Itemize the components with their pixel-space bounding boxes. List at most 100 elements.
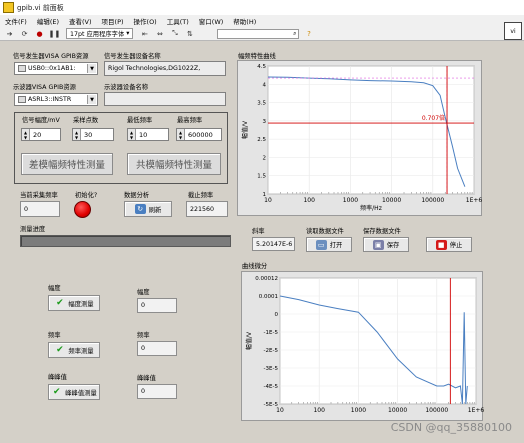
amplitude-output-value: 0: [141, 302, 146, 309]
amplitude-measure-button[interactable]: ✔ 幅度测量: [48, 295, 100, 311]
y-tick-label: -5E-5: [264, 402, 279, 408]
front-panel: 信号发生器VISA GPIB资源 USB0::0x1AB1: ▼ 信号发生器设备…: [0, 42, 524, 443]
cursor-label: 0.707倍: [422, 114, 445, 122]
freq-output-value: 0: [141, 345, 146, 352]
vi-connector-icon[interactable]: vi: [504, 22, 522, 40]
freq-measure-button[interactable]: ✔ 频率测量: [48, 342, 100, 358]
x-tick-label: 10: [276, 407, 284, 414]
freq-response-svg: 10 100 1000 10000 100000 1E+6 1 1.5 2 2.5 3 3.5 4 4.5…: [241, 64, 483, 212]
save-button[interactable]: ▣ 保存: [363, 237, 409, 252]
x-tick-label: 1E+6: [468, 407, 484, 414]
amplitude-label: 信号幅度/mV: [22, 117, 60, 124]
folder-open-icon: ▭: [315, 239, 327, 250]
x-tick-label: 1000: [343, 197, 358, 204]
resize-icon[interactable]: ⤡: [169, 29, 180, 39]
visa-icon: [18, 65, 26, 72]
min-freq-label: 最低频率: [127, 117, 153, 124]
y-tick-label: 2: [263, 155, 267, 161]
measure-progress-bar: [20, 235, 231, 247]
run-arrow-icon[interactable]: ➔: [4, 29, 15, 39]
checkmark-icon: ✔: [52, 387, 61, 397]
run-continuously-icon[interactable]: ⟳: [19, 29, 30, 39]
y-tick-label: 1: [263, 192, 267, 198]
spin-arrows-icon[interactable]: ▲ ▼: [128, 129, 136, 140]
menu-tools[interactable]: 工具(T): [162, 16, 194, 26]
refresh-button-label: 刷新: [148, 206, 162, 214]
freq-section-label: 频率: [48, 332, 61, 339]
menu-project[interactable]: 项目(P): [97, 16, 129, 26]
font-select[interactable]: 17pt 应用程序字体 ▾: [66, 28, 134, 39]
help-icon[interactable]: ?: [303, 29, 314, 39]
sample-points-input[interactable]: ▲ ▼ 30: [72, 128, 114, 141]
common-mode-measure-button[interactable]: 共模幅频特性测量: [127, 153, 221, 175]
min-freq-input[interactable]: ▲ ▼ 10: [127, 128, 169, 141]
init-label: 初始化?: [75, 192, 98, 199]
derivative-title: 曲线微分: [242, 263, 268, 270]
derivative-chart[interactable]: 10 100 1000 10000 100000 1E+6 0.00012 0.0001 0 -1…: [241, 271, 484, 421]
scope-device-field: [104, 92, 226, 106]
scope-resource-select[interactable]: ASRL3::INSTR ▼: [14, 93, 98, 106]
checkmark-icon: ✔: [56, 298, 64, 308]
stop-button[interactable]: ■ 停止: [426, 237, 472, 252]
menu-help[interactable]: 帮助(H): [228, 16, 261, 26]
visa-icon: [18, 96, 26, 103]
spin-arrows-icon[interactable]: ▲ ▼: [73, 129, 81, 140]
slope-value: 5.20147E-6: [256, 240, 293, 248]
menu-window[interactable]: 窗口(W): [194, 16, 229, 26]
freq-output-display: 0: [137, 341, 177, 356]
font-select-label: 17pt 应用程序字体: [70, 31, 125, 38]
distribute-icon[interactable]: ⇔: [154, 29, 165, 39]
chevron-down-icon: ▾: [126, 30, 130, 37]
x-tick-label: 100: [313, 407, 325, 414]
x-tick-label: 10000: [382, 197, 401, 204]
pp-section-label: 峰峰值: [48, 374, 67, 381]
sample-points-value: 30: [84, 130, 93, 139]
freq-output-label: 频率: [137, 332, 150, 339]
y-tick-label: -1E-5: [264, 330, 279, 336]
pp-measure-button[interactable]: ✔ 峰峰值测量: [48, 384, 100, 400]
menu-edit[interactable]: 编辑(E): [32, 16, 64, 26]
current-freq-label: 当前采集频率: [20, 192, 58, 199]
cutoff-freq-value: 221560: [190, 205, 215, 213]
align-icon[interactable]: ⇤: [139, 29, 150, 39]
max-freq-input[interactable]: ▲ ▼ 600000: [176, 128, 222, 141]
open-button[interactable]: ▭ 打开: [306, 237, 352, 252]
spin-arrows-icon[interactable]: ▲ ▼: [177, 129, 185, 140]
signal-gen-device-field: Rigol Technologies,DG1022Z,: [104, 61, 226, 76]
menu-file[interactable]: 文件(F): [0, 16, 32, 26]
chevron-down-icon[interactable]: ▼: [87, 95, 96, 104]
abort-icon[interactable]: ●: [34, 29, 45, 39]
chevron-down-icon[interactable]: ▼: [87, 64, 96, 73]
x-tick-label: 100000: [421, 197, 444, 204]
freq-response-title: 幅频特性曲线: [238, 53, 276, 60]
search-input[interactable]: ⌕: [217, 28, 300, 39]
open-button-label: 打开: [329, 242, 343, 249]
init-led: [74, 201, 91, 218]
y-tick-label: 4.5: [257, 64, 266, 70]
search-icon: ⌕: [293, 29, 297, 37]
menu-operate[interactable]: 操作(O): [129, 16, 162, 26]
y-tick-label: 4: [263, 82, 267, 88]
menu-view[interactable]: 查看(V): [64, 16, 97, 26]
amplitude-section-label: 幅度: [48, 285, 61, 292]
y-tick-label: 1.5: [257, 174, 266, 180]
pp-output-value: 0: [141, 388, 146, 395]
stop-button-label: 停止: [449, 242, 463, 249]
sample-points-label: 采样点数: [73, 117, 99, 124]
refresh-button[interactable]: ↻ 刷新: [124, 201, 172, 217]
pause-icon[interactable]: ❚❚: [49, 29, 61, 39]
x-tick-label: 10: [264, 197, 272, 204]
x-tick-label: 1E+6: [466, 197, 483, 204]
spin-arrows-icon[interactable]: ▲ ▼: [22, 129, 30, 140]
amplitude-input[interactable]: ▲ ▼ 20: [21, 128, 61, 141]
cutoff-freq-label: 截止频率: [188, 192, 214, 199]
diff-mode-measure-button[interactable]: 差模幅频特性测量: [21, 153, 113, 175]
freq-measure-label: 频率测量: [68, 347, 94, 355]
reorder-icon[interactable]: ⇅: [184, 29, 195, 39]
signal-gen-resource-select[interactable]: USB0::0x1AB1: ▼: [14, 62, 98, 75]
amplitude-output-label: 幅度: [137, 289, 150, 296]
read-file-label: 读取数据文件: [306, 228, 344, 235]
amplitude-output-display: 0: [137, 298, 177, 313]
freq-response-chart[interactable]: 10 100 1000 10000 100000 1E+6 1 1.5 2 2.5 3 3.5 4 4.5…: [237, 60, 482, 216]
current-freq-display: 0: [20, 201, 60, 217]
